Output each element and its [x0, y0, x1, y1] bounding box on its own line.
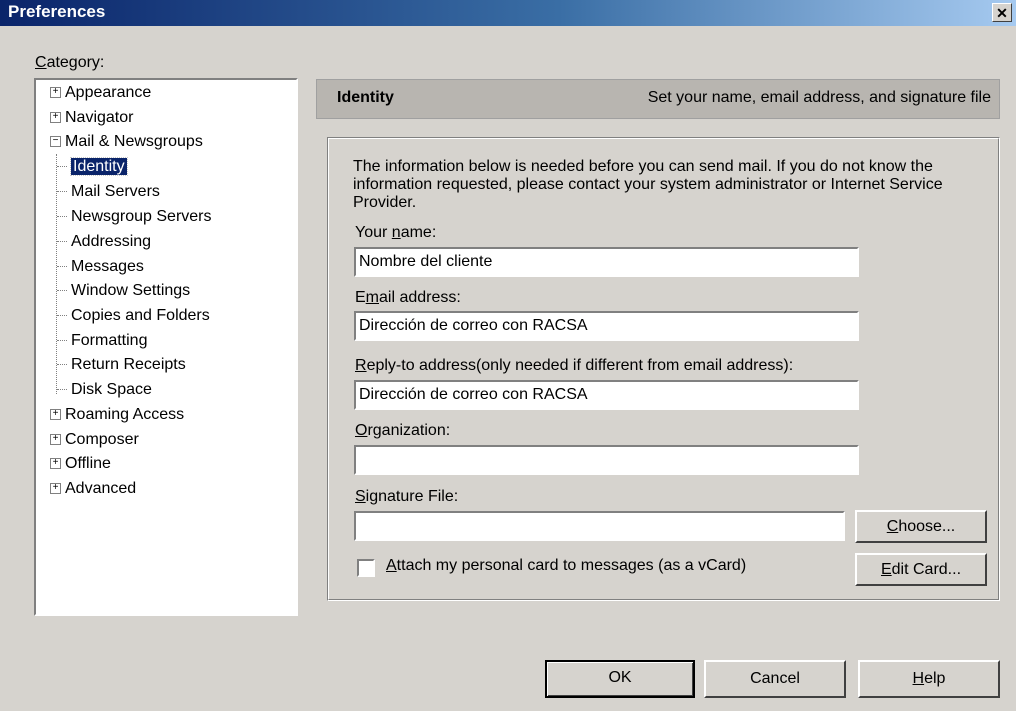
expand-icon[interactable]: + — [50, 458, 61, 470]
expand-icon[interactable]: + — [50, 483, 61, 495]
choose-button[interactable]: Choose... — [855, 510, 987, 543]
email-input[interactable] — [354, 311, 859, 341]
tree-item-label: Appearance — [65, 84, 152, 101]
tree-item-label: Formatting — [71, 332, 148, 349]
help-button[interactable]: Help — [858, 660, 1000, 698]
edit-card-button[interactable]: Edit Card... — [855, 553, 987, 586]
tree-item-label: Composer — [65, 431, 139, 448]
tree-item-label: Return Receipts — [71, 356, 186, 373]
expand-icon[interactable]: + — [50, 87, 61, 99]
tree-item-label: Navigator — [65, 109, 134, 126]
expand-icon[interactable]: + — [50, 112, 61, 124]
tree-item-window-settings[interactable]: Window Settings — [57, 280, 190, 302]
tree-item-roaming-access[interactable]: + Roaming Access — [50, 404, 184, 426]
panel-description: Set your name, email address, and signat… — [647, 89, 991, 106]
tree-item-copies-folders[interactable]: Copies and Folders — [57, 305, 210, 327]
tree-item-advanced[interactable]: + Advanced — [50, 478, 136, 500]
close-button[interactable]: ✕ — [992, 3, 1012, 22]
tree-item-label: Messages — [71, 258, 144, 275]
tree-item-identity[interactable]: Identity — [57, 156, 128, 178]
tree-item-messages[interactable]: Messages — [57, 256, 144, 278]
tree-item-label: Mail Servers — [71, 183, 160, 200]
tree-item-label: Addressing — [71, 233, 152, 250]
attach-vcard-checkbox[interactable] — [357, 559, 375, 577]
organization-input[interactable] — [354, 445, 859, 475]
signature-input[interactable] — [354, 511, 845, 541]
tree-item-composer[interactable]: + Composer — [50, 429, 139, 451]
tree-item-navigator[interactable]: + Navigator — [50, 107, 133, 129]
tree-item-label: Mail & Newsgroups — [65, 133, 203, 150]
tree-item-mail-newsgroups[interactable]: − Mail & Newsgroups — [50, 131, 203, 153]
tree-item-label: Advanced — [65, 480, 137, 497]
expand-icon[interactable]: + — [50, 409, 61, 421]
reply-to-input[interactable] — [354, 380, 859, 410]
tree-item-label: Identity — [70, 157, 128, 176]
tree-item-appearance[interactable]: + Appearance — [50, 82, 151, 104]
tree-item-label: Disk Space — [71, 381, 152, 398]
reply-to-label: Reply-to address(only needed if differen… — [355, 357, 794, 374]
tree-item-addressing[interactable]: Addressing — [57, 231, 151, 253]
panel-title: Identity — [337, 89, 394, 106]
tree-item-label: Roaming Access — [65, 406, 185, 423]
name-input[interactable] — [354, 247, 859, 277]
attach-vcard-label[interactable]: Attach my personal card to messages (as … — [386, 557, 746, 575]
window-title: Preferences — [8, 2, 106, 21]
category-label: Category: — [35, 54, 105, 71]
info-text: The information below is needed before y… — [353, 158, 943, 211]
tree-item-newsgroup-servers[interactable]: Newsgroup Servers — [57, 206, 212, 228]
organization-label: Organization: — [355, 422, 451, 439]
collapse-icon[interactable]: − — [50, 136, 61, 148]
panel-header: Identity Set your name, email address, a… — [316, 79, 1000, 119]
tree-item-formatting[interactable]: Formatting — [57, 330, 147, 352]
title-bar: Preferences ✕ — [0, 0, 1016, 26]
category-tree[interactable]: + Appearance + Navigator − Mail & Newsgroup… — [34, 78, 298, 616]
email-label: Email address: — [355, 289, 461, 306]
ok-button[interactable]: OK — [545, 660, 695, 698]
tree-item-label: Newsgroup Servers — [71, 208, 212, 225]
signature-label: Signature File: — [355, 488, 459, 505]
tree-item-disk-space[interactable]: Disk Space — [57, 379, 152, 401]
tree-item-label: Offline — [65, 455, 111, 472]
tree-item-return-receipts[interactable]: Return Receipts — [57, 354, 186, 376]
tree-item-label: Copies and Folders — [71, 307, 210, 324]
cancel-button[interactable]: Cancel — [704, 660, 846, 698]
expand-icon[interactable]: + — [50, 434, 61, 446]
close-icon: ✕ — [996, 5, 1008, 21]
name-label: Your name: — [355, 224, 437, 241]
tree-item-mail-servers[interactable]: Mail Servers — [57, 181, 160, 203]
tree-item-offline[interactable]: + Offline — [50, 453, 111, 475]
tree-item-label: Window Settings — [71, 282, 191, 299]
